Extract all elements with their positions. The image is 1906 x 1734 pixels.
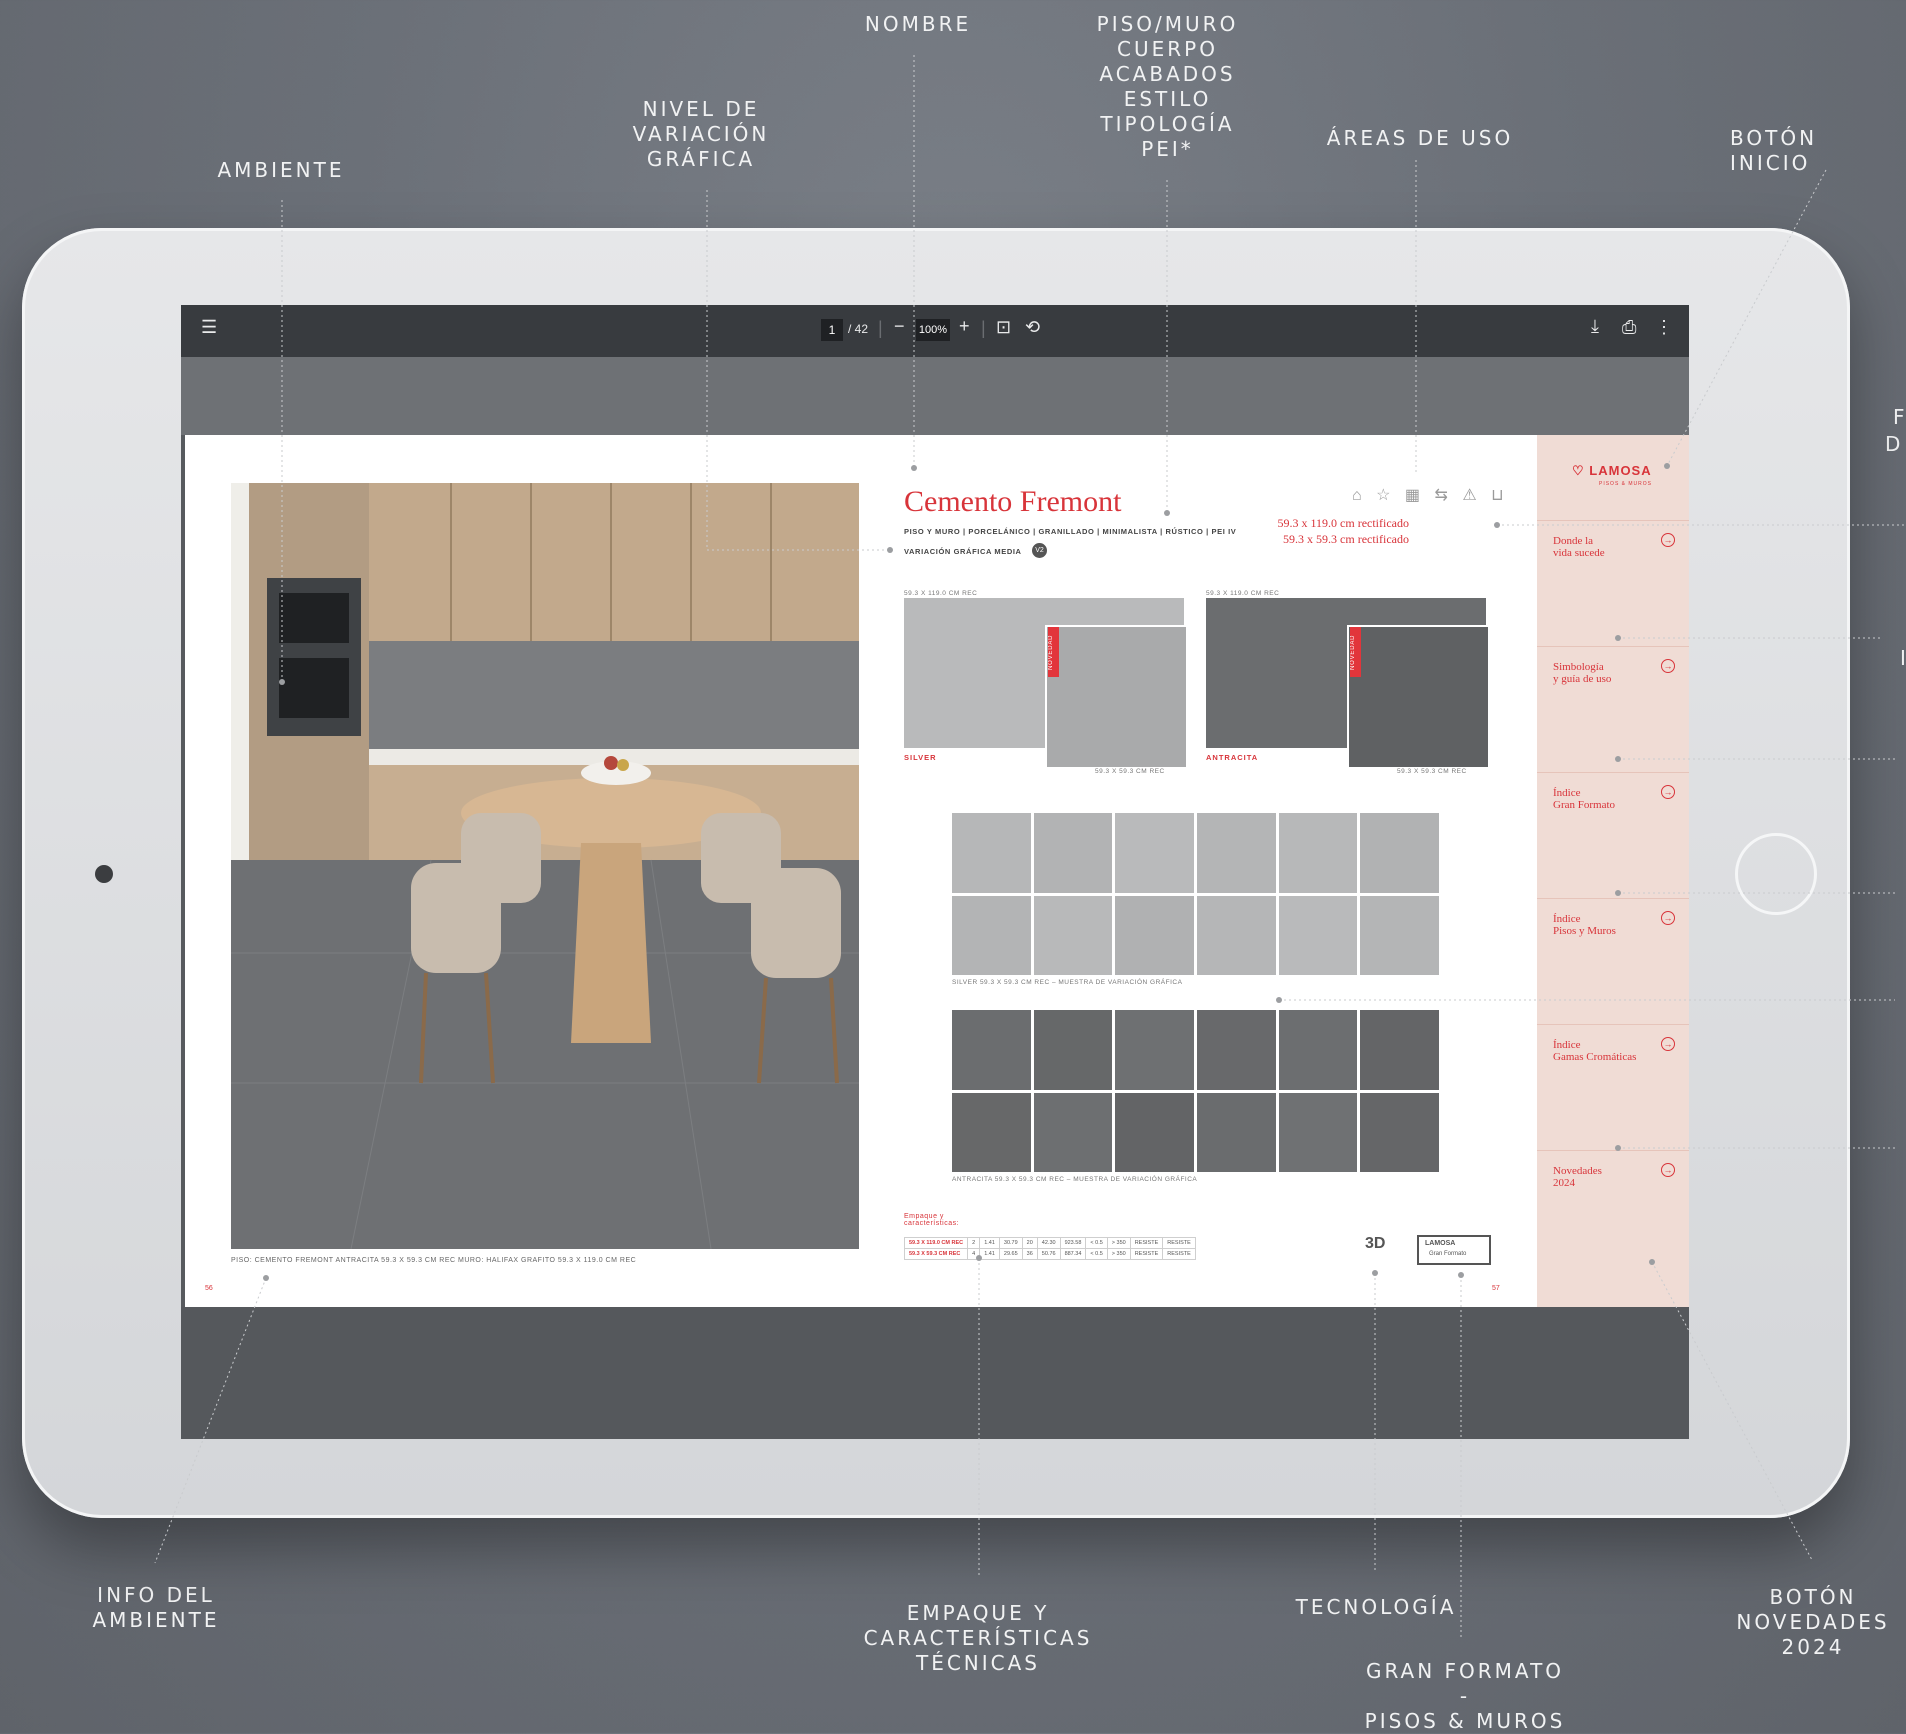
callout-leader-lines <box>154 55 1906 1637</box>
